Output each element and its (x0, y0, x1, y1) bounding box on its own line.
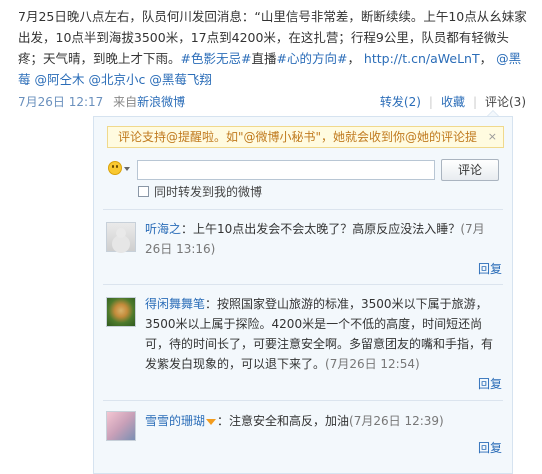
comment-time: (7月26日 12:39) (349, 414, 444, 428)
comment-time: (7月26日 12:54) (325, 357, 420, 371)
vip-badge-icon (206, 418, 217, 425)
mention-link[interactable]: @黑莓飞翔 (149, 72, 212, 87)
short-url-link[interactable]: http://t.cn/aWeLnT (364, 51, 480, 66)
avatar[interactable] (106, 297, 136, 327)
comment-input[interactable] (137, 160, 435, 180)
list-item: 得闲舞舞笔：按照国家登山旅游的标准，3500米以下属于旅游，3500米以上属于探… (145, 297, 494, 371)
chevron-down-icon[interactable] (124, 167, 130, 171)
post-meta-row: 7月26日 12:17 来自新浪微博 转发(2) | 收藏 | 评论(3) (18, 93, 526, 113)
comment-button[interactable]: 评论(3) (485, 95, 526, 109)
hashtag-link[interactable]: #心的方向# (276, 51, 347, 66)
also-repost-checkbox[interactable] (138, 186, 149, 197)
reply-button[interactable]: 回复 (478, 375, 502, 392)
favorite-button[interactable]: 收藏 (441, 95, 465, 109)
comment-text: 上午10点出发会不会太晚了？高原反应没法入睡？ (193, 222, 461, 236)
commenter-name-link[interactable]: 得闲舞舞笔 (145, 297, 205, 311)
reply-button[interactable]: 回复 (478, 439, 502, 456)
repost-button[interactable]: 转发(2) (380, 95, 421, 109)
mention-link[interactable]: @阿仝木 (35, 72, 85, 87)
hashtag-link[interactable]: #色影无忌# (181, 51, 252, 66)
from-label: 来自 (113, 95, 138, 109)
divider (103, 400, 503, 401)
commenter-name-link[interactable]: 雪雪的珊瑚 (145, 414, 205, 428)
also-repost-label: 同时转发到我的微博 (154, 185, 263, 199)
post-time-link[interactable]: 7月26日 12:17 (18, 95, 103, 109)
close-icon[interactable]: × (488, 127, 497, 147)
source-link[interactable]: 新浪微博 (137, 95, 185, 109)
commenter-name-link[interactable]: 听海之 (145, 222, 181, 236)
divider (103, 209, 503, 210)
mention-tip-text: 评论支持@提醒啦。如"@微博小秘书"，她就会收到你@她的评论提 (118, 130, 478, 144)
divider (103, 284, 503, 285)
hashtag-join-text: 直播 (251, 51, 277, 66)
reply-button[interactable]: 回复 (478, 260, 502, 277)
mention-link[interactable]: @北京小c (89, 72, 146, 87)
comment-text: 注意安全和高反，加油 (229, 414, 350, 428)
post-actions: 转发(2) | 收藏 | 评论(3) (379, 95, 526, 109)
avatar[interactable] (106, 222, 136, 252)
smiley-icon[interactable] (108, 161, 122, 175)
list-item: 听海之：上午10点出发会不会太晚了？高原反应没法入睡？(7月26日 13:16) (145, 222, 485, 256)
avatar[interactable] (106, 411, 136, 441)
panel-arrow-inner (488, 111, 498, 116)
list-item: 雪雪的珊瑚 ：注意安全和高反，加油(7月26日 12:39) (145, 414, 444, 428)
post-text: 7月25日晚八点左右，队员何川发回消息：“山里信号非常差，断断续续。上午10点从… (18, 9, 527, 87)
comment-submit-button[interactable]: 评论 (441, 159, 499, 181)
mention-tip-banner: 评论支持@提醒啦。如"@微博小秘书"，她就会收到你@她的评论提 × (107, 126, 504, 148)
